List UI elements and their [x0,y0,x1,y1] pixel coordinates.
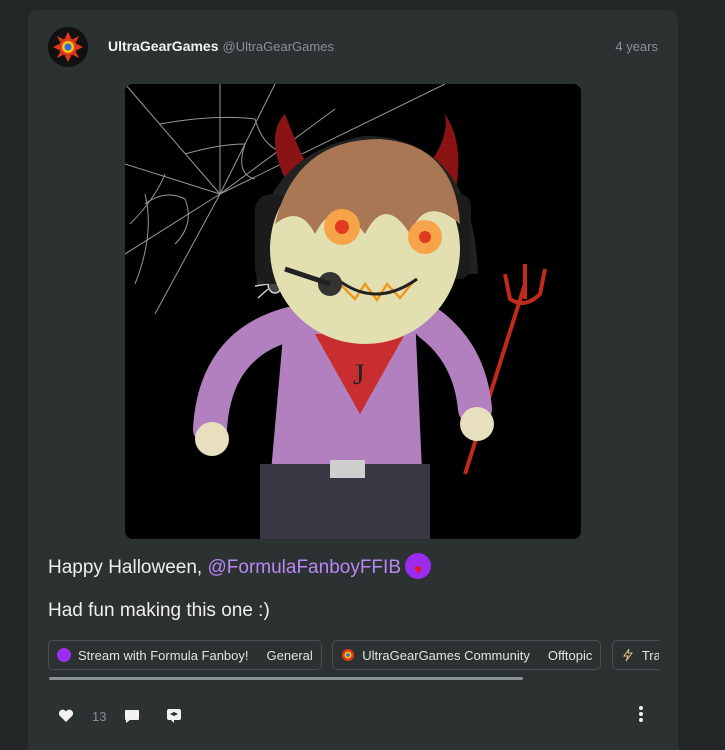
post-text-line1: Happy Halloween, @FormulaFanboyFFIB [48,553,431,581]
heart-badge-icon [405,553,431,581]
chip-label: Stream with Formula Fanboy! [78,647,249,663]
author-display-name[interactable]: UltraGearGames [108,38,219,54]
chip-trash[interactable]: Trash [611,640,659,670]
like-count: 13 [92,708,107,724]
chip-label: Trash [641,647,659,663]
reshare-icon [167,709,182,723]
svg-text:J: J [353,358,365,391]
chip-label: UltraGearGames Community [362,647,530,663]
chip-channel: General [266,647,313,663]
reshare-button[interactable] [166,708,182,724]
more-options-icon[interactable] [638,706,644,724]
ultragear-logo-icon [342,649,355,661]
author-handle[interactable]: @UltraGearGames [223,39,334,54]
chip-ultragear-community[interactable]: UltraGearGames Community Offtopic [332,640,602,670]
author-avatar[interactable] [48,27,88,67]
post-timestamp[interactable]: 4 years [615,39,658,54]
chip-channel: Offtopic [547,647,593,663]
post-text-line2: Had fun making this one :) [48,600,270,621]
halloween-devil-character-image: J [125,84,581,539]
post-text-prefix: Happy Halloween, [48,557,208,579]
post-image[interactable]: J [125,84,581,539]
comment-button[interactable] [124,709,140,724]
chip-stream-formula-fanboy[interactable]: Stream with Formula Fanboy! General [48,640,322,670]
ultragear-logo-icon [48,27,88,67]
mention-link[interactable]: @FormulaFanboyFFIB [207,557,401,578]
heart-icon [58,709,74,722]
lightning-icon [622,648,633,662]
comment-icon [125,709,140,723]
like-button[interactable] [58,709,74,723]
author-line: UltraGearGames @UltraGearGames [108,38,334,54]
post-card: UltraGearGames @UltraGearGames 4 years J… [28,10,678,750]
chips-scrollbar[interactable] [49,677,523,680]
purple-circle-icon [57,648,71,662]
post-actions: 13 [58,704,182,728]
community-chips[interactable]: Stream with Formula Fanboy! General Ultr… [48,640,659,670]
